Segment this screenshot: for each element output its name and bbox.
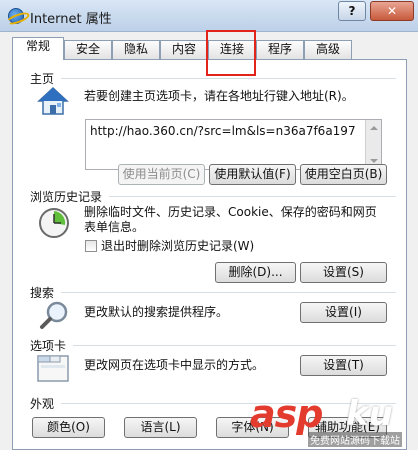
tab-programs[interactable]: 程序 bbox=[256, 40, 304, 59]
homepage-divider bbox=[61, 78, 396, 79]
history-clock-icon bbox=[39, 208, 69, 238]
delete-on-exit-checkbox[interactable] bbox=[85, 240, 97, 252]
tab-privacy[interactable]: 隐私 bbox=[112, 40, 160, 59]
history-desc-line2: 表单信息。 bbox=[84, 220, 145, 234]
use-current-button[interactable]: 使用当前页(C) bbox=[118, 164, 205, 185]
magnifier-icon bbox=[40, 301, 68, 329]
connections-tab-highlight bbox=[206, 30, 256, 76]
tabs-section-description: 更改网页在选项卡中显示的方式。 bbox=[84, 358, 265, 372]
search-settings-button[interactable]: 设置(I) bbox=[300, 302, 387, 323]
history-title: 浏览历史记录 bbox=[30, 190, 103, 204]
tabs-section-divider bbox=[73, 345, 396, 346]
tabs-window-icon bbox=[37, 355, 69, 382]
window-title: Internet 属性 bbox=[30, 12, 112, 27]
tab-advanced[interactable]: 高级 bbox=[304, 40, 352, 59]
search-title: 搜索 bbox=[30, 286, 55, 300]
history-settings-button[interactable]: 设置(S) bbox=[300, 262, 387, 283]
address-scrollbar[interactable] bbox=[365, 120, 381, 169]
tabs-settings-button[interactable]: 设置(T) bbox=[300, 355, 387, 376]
homepage-address-text: http://hao.360.cn/?src=lm&ls=n36a7f6a197 bbox=[90, 124, 356, 138]
search-description: 更改默认的搜索提供程序。 bbox=[84, 305, 229, 319]
close-button[interactable]: ✕ bbox=[370, 1, 414, 21]
languages-button[interactable]: 语言(L) bbox=[124, 417, 197, 438]
delete-on-exit-label: 退出时删除浏览历史记录(W) bbox=[101, 239, 255, 253]
fonts-button[interactable]: 字体(N) bbox=[216, 417, 289, 438]
use-blank-button[interactable]: 使用空白页(B) bbox=[300, 164, 387, 185]
appearance-title: 外观 bbox=[30, 397, 55, 411]
homepage-address-field[interactable]: http://hao.360.cn/?src=lm&ls=n36a7f6a197 bbox=[85, 119, 382, 170]
history-divider bbox=[109, 196, 396, 197]
use-default-button[interactable]: 使用默认值(F) bbox=[209, 164, 296, 185]
general-panel: 主页 若要创建主页选项卡，请在各地址行键入地址(R)。 http://hao.3… bbox=[12, 59, 407, 450]
tab-security[interactable]: 安全 bbox=[64, 40, 112, 59]
accessibility-button[interactable]: 辅助功能(E) bbox=[308, 417, 387, 438]
internet-explorer-icon bbox=[8, 8, 24, 24]
scroll-up-icon[interactable] bbox=[370, 126, 378, 130]
help-button[interactable]: ? bbox=[338, 1, 366, 21]
search-divider bbox=[61, 292, 396, 293]
house-icon bbox=[37, 86, 69, 115]
homepage-title: 主页 bbox=[30, 72, 55, 86]
scroll-down-icon[interactable] bbox=[370, 159, 378, 163]
history-desc-line1: 删除临时文件、历史记录、Cookie、保存的密码和网页 bbox=[84, 205, 377, 219]
delete-history-button[interactable]: 删除(D)... bbox=[215, 262, 296, 283]
colors-button[interactable]: 颜色(O) bbox=[32, 417, 105, 438]
appearance-divider bbox=[61, 403, 396, 404]
tabs-section-title: 选项卡 bbox=[30, 339, 67, 353]
homepage-description: 若要创建主页选项卡，请在各地址行键入地址(R)。 bbox=[84, 89, 354, 103]
tab-general[interactable]: 常规 bbox=[12, 37, 64, 60]
tab-content[interactable]: 内容 bbox=[160, 40, 208, 59]
title-bar[interactable]: Internet 属性 ? ✕ bbox=[0, 0, 418, 32]
